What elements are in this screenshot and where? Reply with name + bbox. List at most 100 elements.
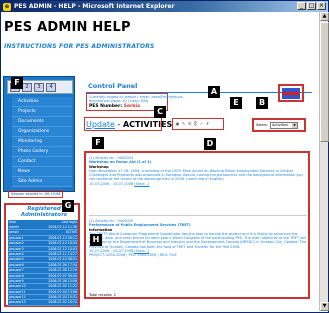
chevron-down-icon[interactable]: ▼ xyxy=(291,122,297,128)
last-login: 2006-07-03 10:31 xyxy=(48,295,77,300)
section-selector: Select: Activities ▼ xyxy=(252,118,306,132)
records-per-page-line: Records per page: 10 | Lang: ENG xyxy=(89,99,149,103)
menu-item-monitoring[interactable]: Monitoring xyxy=(12,137,72,147)
activity-footer: 10-07-2006 - 10-07-2006 [Send...] xyxy=(89,182,307,186)
mail-icon[interactable]: 2 xyxy=(22,83,32,92)
record-tools: ▣ ✎ ☰ ⎘ ✓ ✗ xyxy=(172,118,224,130)
scroll-thumb[interactable] xyxy=(320,22,329,142)
last-login: 2006-07-12 16:45 xyxy=(48,241,77,246)
callout-label-f: F xyxy=(11,77,23,89)
last-login: 2006-07-11 14:27 xyxy=(48,251,77,256)
last-login: 2006-07-06 15:06 xyxy=(48,278,77,283)
language-flag-box[interactable] xyxy=(278,84,304,102)
user-name: pesuser1 xyxy=(9,235,24,240)
window-title: PES ADMIN - HELP - Microsoft Internet Ex… xyxy=(14,3,175,10)
minimize-button[interactable]: _ xyxy=(297,2,306,10)
user-name: pessin xyxy=(9,230,20,235)
callout-label-b: B xyxy=(256,97,268,109)
flag-icon[interactable] xyxy=(282,88,300,100)
edit-icon[interactable]: ✎ xyxy=(181,121,186,127)
update-section-name: ACTIVITIES xyxy=(122,120,173,129)
activity-end-date: 10-07-2006 xyxy=(112,181,134,186)
user-name: pesuser6 xyxy=(9,262,24,267)
activity-send-link[interactable]: [Send...] xyxy=(134,182,149,186)
internet-explorer-icon: e xyxy=(3,2,11,11)
registered-administrators-box: Registered Administrators User Last logi… xyxy=(4,203,80,307)
menu-item-news[interactable]: News xyxy=(12,167,72,177)
vertical-scrollbar[interactable]: ▲ ▼ xyxy=(319,12,329,311)
user-name: pesuser3 xyxy=(9,246,24,251)
main-menu: Activities Projects Documents Organizati… xyxy=(12,97,72,187)
update-separator: - xyxy=(114,120,123,129)
update-link[interactable]: Update xyxy=(86,120,115,129)
menu-item-photo-gallery[interactable]: Photo Gallery xyxy=(12,147,72,157)
left-navigation-panel: 1 2 3 4 Activities Projects Documents Or… xyxy=(3,76,75,192)
print-icon[interactable]: 3 xyxy=(34,83,44,92)
callout-label-d: D xyxy=(204,138,216,150)
page-title: PES ADMIN HELP xyxy=(4,20,131,35)
menu-item-projects[interactable]: Projects xyxy=(12,107,72,117)
activity-description: From November 17-18, 2005, a meeting of … xyxy=(89,168,303,182)
activity-description: The TRET3 World Computer Programme Coord… xyxy=(89,231,307,249)
page-subtitle: INSTRUCTIONS FOR PES ADMINISTRATORS xyxy=(4,43,155,50)
approve-icon[interactable]: ✓ xyxy=(199,121,204,127)
activities-list: (1) Activity Nr. : 0000004 Workshop on D… xyxy=(84,151,310,299)
registered-administrators-table: User Last login admin 2006-07-14 11:36 pe… xyxy=(8,220,78,306)
pes-number-value: Serbia xyxy=(123,104,141,109)
last-login: 2006-07-07 09:40 xyxy=(48,273,77,278)
select-label: Select: xyxy=(256,123,268,127)
last-login: 2006-07-09 17:34 xyxy=(48,262,77,267)
delete-icon[interactable]: ✗ xyxy=(205,121,210,127)
scroll-up-arrow-icon[interactable]: ▲ xyxy=(320,12,329,21)
list-icon[interactable]: ☰ xyxy=(187,121,192,127)
list-item[interactable]: (1) Activity Nr. : 0000004 Workshop on D… xyxy=(89,156,307,186)
activity-start-date: 10-07-2006 xyxy=(89,181,110,186)
callout-label-f-main: F xyxy=(92,137,104,149)
user-name: pesuser11 xyxy=(9,289,26,294)
menu-item-site-admin[interactable]: Site Admin xyxy=(12,177,72,187)
section-dropdown[interactable]: Activities ▼ xyxy=(269,121,298,129)
last-login: 2006-07-02 16:14 xyxy=(48,300,77,305)
last-login: 2006-07-04 13:58 xyxy=(48,289,77,294)
user-name: pesuser10 xyxy=(9,284,26,289)
user-name: pesuser9 xyxy=(9,278,24,283)
user-name: admin xyxy=(9,225,19,229)
help-icon[interactable]: 4 xyxy=(46,83,56,92)
total-records: Total records: 2 xyxy=(89,293,116,297)
last-login: 2006-07-05 11:22 xyxy=(48,284,77,289)
menu-item-activities[interactable]: Activities xyxy=(12,97,72,107)
last-login: 2006-07-14 11:36 xyxy=(48,225,77,229)
control-panel-title: Control Panel xyxy=(88,82,138,90)
menu-item-documents[interactable]: Documents xyxy=(12,117,72,127)
section-dropdown-value: Activities xyxy=(271,122,288,127)
title-bar: e PES ADMIN - HELP - Microsoft Internet … xyxy=(1,1,328,12)
table-row[interactable]: pesuser13 2006-07-02 16:14 xyxy=(8,300,78,306)
last-login: 2006-07-12 10:03 xyxy=(48,246,77,251)
menu-item-contact[interactable]: Contact xyxy=(12,157,72,167)
callout-label-c: C xyxy=(154,106,166,118)
menu-item-organizations[interactable]: Organizations xyxy=(12,127,72,137)
last-login: 2006-07-13 09:12 xyxy=(48,235,77,240)
list-divider xyxy=(89,215,307,216)
last-login: 2006-07-08 12:19 xyxy=(48,268,77,273)
maximize-button[interactable]: □ xyxy=(307,2,316,10)
callout-label-h: H xyxy=(90,234,102,246)
callout-label-e: E xyxy=(230,97,242,109)
update-section-title: Update - ACTIVITIES xyxy=(86,120,172,129)
last-login: 2006-07-10 08:51 xyxy=(48,257,77,262)
user-name: pesuser7 xyxy=(9,268,24,273)
callout-label-a: A xyxy=(208,86,220,98)
user-name: pesuser8 xyxy=(9,273,24,278)
activity-extra: PROJECT: 2004-2006 | PES: 2004-2006 | RE… xyxy=(89,253,177,258)
callout-label-g: G xyxy=(62,200,74,212)
view-icon[interactable]: ▣ xyxy=(175,121,180,127)
pes-number-label: PES Number: xyxy=(89,104,123,109)
user-name: pesuser12 xyxy=(9,295,26,300)
close-button[interactable]: × xyxy=(317,2,326,10)
session-timer: Session expires in: 00:19:58 xyxy=(8,190,64,198)
user-name: pesuser2 xyxy=(9,241,24,246)
copy-icon[interactable]: ⎘ xyxy=(193,121,198,127)
scroll-down-arrow-icon[interactable]: ▼ xyxy=(320,302,329,311)
list-item[interactable]: (2) Activity Nr. : 0000005 Performance o… xyxy=(89,219,307,258)
last-login: ACTIVE xyxy=(65,230,77,235)
